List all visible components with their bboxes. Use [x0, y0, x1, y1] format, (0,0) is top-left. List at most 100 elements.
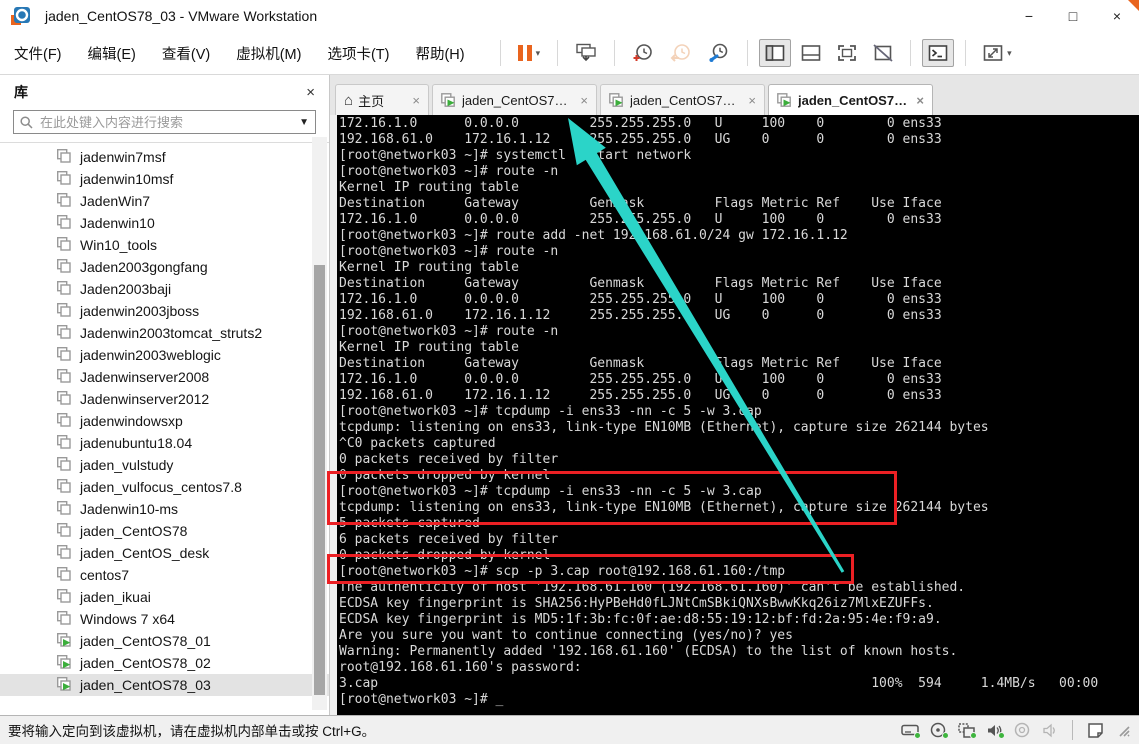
- toolbar-separator: [747, 40, 749, 66]
- sidebar-item-jaden2003gongfang[interactable]: Jaden2003gongfang: [0, 256, 329, 278]
- search-icon: [20, 115, 33, 129]
- revert-snapshot-button[interactable]: [664, 38, 698, 68]
- cd-dvd-icon[interactable]: [928, 721, 949, 739]
- vm-off-icon: [56, 280, 73, 297]
- vm-running-icon: [56, 632, 73, 649]
- vm-off-icon: [56, 434, 73, 451]
- sidebar-item-jaden-centos78[interactable]: jaden_CentOS78: [0, 520, 329, 542]
- sidebar-item-centos7[interactable]: centos7: [0, 564, 329, 586]
- menu-vm[interactable]: 虚拟机(M): [236, 43, 301, 64]
- message-log-icon[interactable]: [1085, 721, 1105, 739]
- sidebar-item-jadenwin7[interactable]: JadenWin7: [0, 190, 329, 212]
- sound-icon[interactable]: [984, 721, 1005, 739]
- sidebar-item-jadenwin2003tomcat-struts2[interactable]: Jadenwin2003tomcat_struts2: [0, 322, 329, 344]
- tab-close-icon[interactable]: ×: [748, 93, 756, 108]
- vm-name: Jadenwin10: [80, 215, 155, 231]
- tab-close-icon[interactable]: ×: [916, 93, 924, 108]
- menu-view[interactable]: 查看(V): [162, 43, 210, 64]
- vm-off-icon: [56, 390, 73, 407]
- library-search-box[interactable]: ▼: [13, 110, 316, 134]
- manage-snapshots-button[interactable]: [702, 38, 736, 68]
- library-close-icon[interactable]: ×: [306, 84, 315, 101]
- minimize-button[interactable]: −: [1007, 0, 1051, 32]
- sidebar-item-jaden-ikuai[interactable]: jaden_ikuai: [0, 586, 329, 608]
- tab-jaden-centos78-02[interactable]: jaden_CentOS78_02 ×: [600, 84, 765, 115]
- vm-name: Jadenwinserver2012: [80, 391, 210, 407]
- tab-jaden-centos78-01[interactable]: jaden_CentOS78_01 ×: [432, 84, 597, 115]
- usb-device-icon[interactable]: [1012, 721, 1032, 739]
- show-thumbnail-bar-button[interactable]: [795, 39, 827, 67]
- sidebar-item-win10-tools[interactable]: Win10_tools: [0, 234, 329, 256]
- status-bar: 要将输入定向到该虚拟机，请在虚拟机内部单击或按 Ctrl+G。: [0, 715, 1139, 744]
- vm-off-icon: [56, 346, 73, 363]
- sidebar-scrollbar[interactable]: [312, 137, 327, 710]
- show-library-button[interactable]: [759, 39, 792, 67]
- sidebar-item-jaden-vulstudy[interactable]: jaden_vulstudy: [0, 454, 329, 476]
- tab-close-icon[interactable]: ×: [412, 93, 420, 108]
- speaker-muted-icon[interactable]: [1040, 721, 1060, 739]
- vm-name: jadenwin2003jboss: [80, 303, 200, 319]
- statusbar-separator: [1072, 720, 1073, 740]
- vm-off-icon: [56, 566, 73, 583]
- sidebar-item-jadenwinserver2012[interactable]: Jadenwinserver2012: [0, 388, 329, 410]
- hard-disk-icon[interactable]: [900, 721, 921, 739]
- search-dropdown-icon[interactable]: ▼: [299, 117, 309, 128]
- sidebar-item-jadenwindowsxp[interactable]: jadenwindowsxp: [0, 410, 329, 432]
- vm-off-icon: [56, 456, 73, 473]
- library-panel-icon: [765, 45, 785, 61]
- sidebar-item-jadenwin10msf[interactable]: jadenwin10msf: [0, 168, 329, 190]
- network-adapter-icon[interactable]: [956, 721, 977, 739]
- console-view-button[interactable]: [922, 39, 955, 67]
- menu-edit[interactable]: 编辑(E): [88, 43, 136, 64]
- fit-guest-button[interactable]: ▾: [977, 39, 1018, 67]
- vm-off-icon: [56, 302, 73, 319]
- chevron-down-icon[interactable]: ▾: [536, 48, 541, 59]
- chevron-down-icon[interactable]: ▾: [1007, 48, 1012, 59]
- sidebar-scrollbar-thumb[interactable]: [314, 265, 325, 695]
- tab-home[interactable]: ⌂ 主页 ×: [335, 84, 429, 115]
- sidebar-item-jadenwinserver2008[interactable]: Jadenwinserver2008: [0, 366, 329, 388]
- sidebar-item-jaden-vulfocus-centos7.8[interactable]: jaden_vulfocus_centos7.8: [0, 476, 329, 498]
- menu-help[interactable]: 帮助(H): [415, 43, 464, 64]
- sidebar-item-jadenwin10-ms[interactable]: Jadenwin10-ms: [0, 498, 329, 520]
- vm-name: jaden_CentOS_desk: [80, 545, 210, 561]
- send-ctrl-alt-del-button[interactable]: [569, 38, 603, 68]
- library-title: 库: [14, 84, 28, 100]
- sidebar-item-jadenwin2003jboss[interactable]: jadenwin2003jboss: [0, 300, 329, 322]
- fit-window-icon: [983, 45, 1003, 61]
- sidebar-item-windows-7-x64[interactable]: Windows 7 x64: [0, 608, 329, 630]
- search-input[interactable]: [40, 114, 296, 130]
- enter-fullscreen-button[interactable]: [831, 39, 863, 67]
- menu-tabs[interactable]: 选项卡(T): [327, 43, 389, 64]
- menu-bar: 文件(F) 编辑(E) 查看(V) 虚拟机(M) 选项卡(T) 帮助(H) ▾: [0, 32, 1139, 75]
- sidebar-item-jaden-centos-desk[interactable]: jaden_CentOS_desk: [0, 542, 329, 564]
- vm-running-icon: [441, 92, 455, 107]
- vm-off-icon: [56, 170, 73, 187]
- maximize-button[interactable]: □: [1051, 0, 1095, 32]
- vm-off-icon: [56, 610, 73, 627]
- resize-grip[interactable]: [1113, 721, 1133, 739]
- take-snapshot-button[interactable]: [626, 38, 660, 68]
- sidebar-item-jaden-centos78-01[interactable]: jaden_CentOS78_01: [0, 630, 329, 652]
- sidebar-item-jaden-centos78-03[interactable]: jaden_CentOS78_03: [0, 674, 329, 696]
- vm-off-icon: [56, 478, 73, 495]
- vm-running-icon: [56, 676, 73, 693]
- pause-icon: [517, 45, 532, 61]
- tab-label: jaden_CentOS78_02: [630, 92, 743, 108]
- sidebar-item-jadenwin7msf[interactable]: jadenwin7msf: [0, 146, 329, 168]
- pause-button[interactable]: ▾: [512, 40, 547, 66]
- tab-jaden-centos78-03[interactable]: jaden_CentOS78_03 ×: [768, 84, 933, 115]
- sidebar-item-jaden-centos78-02[interactable]: jaden_CentOS78_02: [0, 652, 329, 674]
- vm-off-icon: [56, 258, 73, 275]
- sidebar-item-jadenubuntu18.04[interactable]: jadenubuntu18.04: [0, 432, 329, 454]
- sidebar-item-jadenwin2003weblogic[interactable]: jadenwin2003weblogic: [0, 344, 329, 366]
- vm-name: jadenwin7msf: [80, 149, 166, 165]
- tab-close-icon[interactable]: ×: [580, 93, 588, 108]
- menu-file[interactable]: 文件(F): [14, 43, 62, 64]
- vm-name: JadenWin7: [80, 193, 151, 209]
- sidebar-item-jadenwin10[interactable]: Jadenwin10: [0, 212, 329, 234]
- ctrl-alt-del-icon: [576, 43, 596, 62]
- unity-mode-button[interactable]: [867, 39, 899, 67]
- vm-console-screen[interactable]: 172.16.1.0 0.0.0.0 255.255.255.0 U 100 0…: [337, 115, 1139, 715]
- sidebar-item-jaden2003baji[interactable]: Jaden2003baji: [0, 278, 329, 300]
